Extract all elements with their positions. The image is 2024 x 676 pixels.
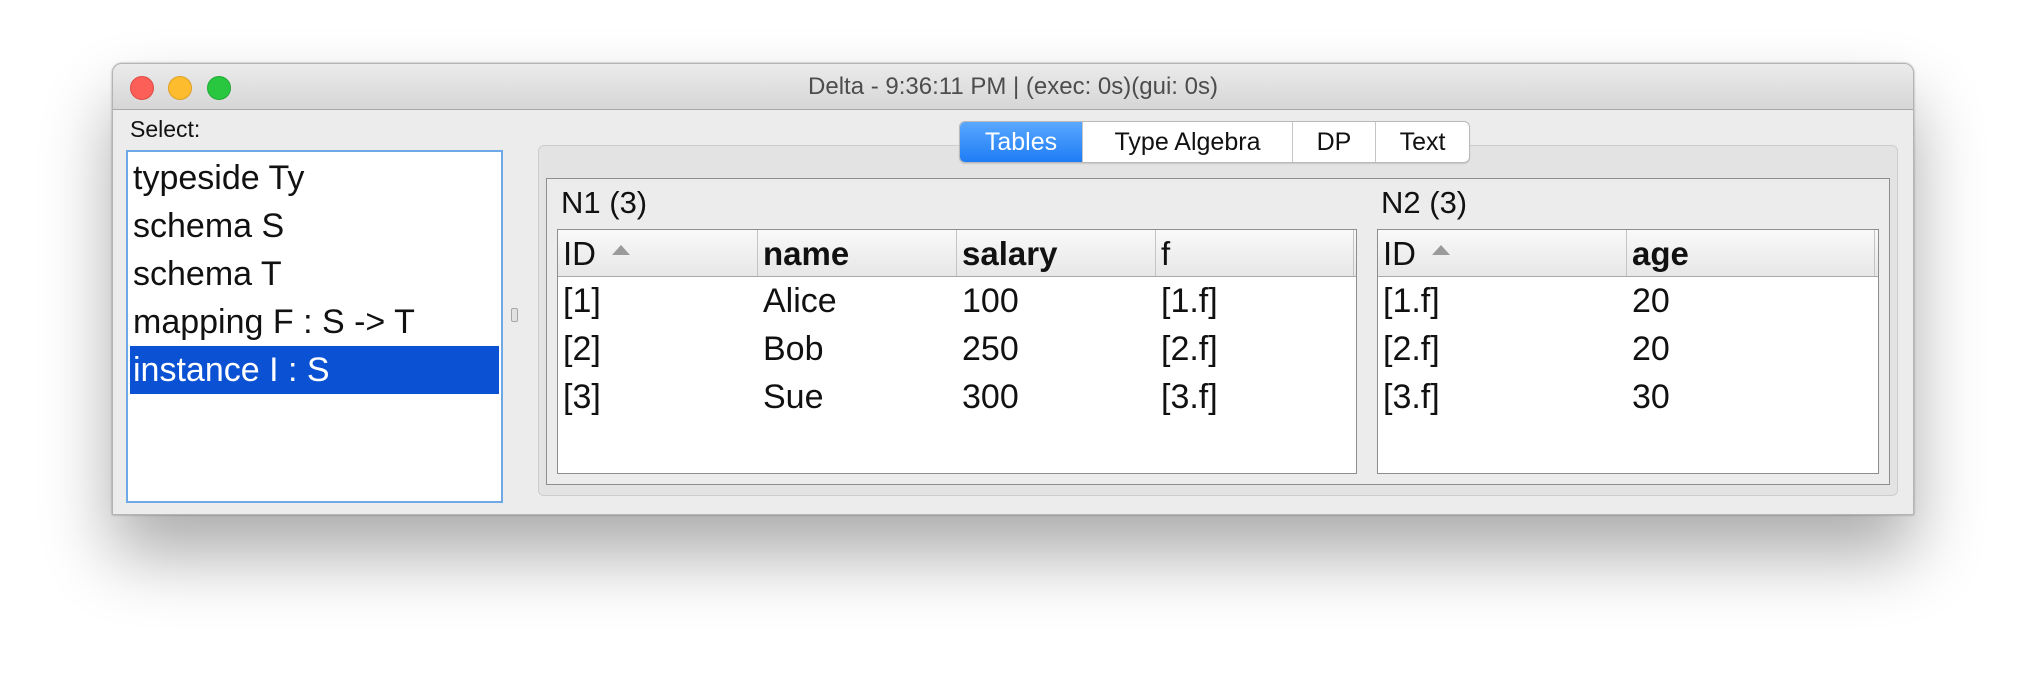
- tab-text[interactable]: Text: [1376, 122, 1469, 162]
- table-row[interactable]: [1.f] 20: [1378, 277, 1878, 325]
- cell-f: [3.f]: [1161, 378, 1218, 416]
- table-n2-title: N2 (3): [1381, 185, 1468, 220]
- cell-name: Sue: [763, 378, 824, 416]
- object-list[interactable]: typeside Ty schema S schema T mapping F …: [126, 150, 503, 503]
- cell-id: [3]: [563, 378, 601, 416]
- cell-f: [2.f]: [1161, 330, 1218, 368]
- table-n2-header: ID age: [1378, 230, 1878, 277]
- sort-ascending-icon: [1432, 245, 1450, 256]
- tab-bar: Tables Type Algebra DP Text: [959, 121, 1470, 163]
- cell-salary: 300: [962, 378, 1019, 416]
- table-row[interactable]: [1] Alice 100 [1.f]: [558, 277, 1356, 325]
- cell-f: [1.f]: [1161, 282, 1218, 320]
- list-item-schema-s[interactable]: schema S: [130, 202, 499, 250]
- column-header-id[interactable]: ID: [558, 230, 758, 276]
- tables-content: N1 (3) ID name salary f [1] Alice 100 [1…: [546, 178, 1890, 485]
- column-header-name[interactable]: name: [758, 230, 957, 276]
- table-n1-title: N1 (3): [561, 185, 648, 220]
- table-row[interactable]: [2.f] 20: [1378, 325, 1878, 373]
- tab-dp[interactable]: DP: [1293, 122, 1376, 162]
- list-item-instance-i[interactable]: instance I : S: [130, 346, 499, 394]
- cell-id: [3.f]: [1383, 378, 1440, 416]
- table-n1[interactable]: ID name salary f [1] Alice 100 [1.f] [2]…: [557, 229, 1357, 474]
- tab-type-algebra[interactable]: Type Algebra: [1083, 122, 1293, 162]
- column-header-f[interactable]: f: [1156, 230, 1354, 276]
- list-item-mapping-f[interactable]: mapping F : S -> T: [130, 298, 499, 346]
- cell-name: Alice: [763, 282, 837, 320]
- cell-id: [2]: [563, 330, 601, 368]
- cell-id: [2.f]: [1383, 330, 1440, 368]
- window-title: Delta - 9:36:11 PM | (exec: 0s)(gui: 0s): [808, 73, 1218, 100]
- table-row[interactable]: [3.f] 30: [1378, 373, 1878, 421]
- column-header-id[interactable]: ID: [1378, 230, 1627, 276]
- sort-ascending-icon: [612, 245, 630, 256]
- cell-age: 20: [1632, 330, 1670, 368]
- list-item-typeside-ty[interactable]: typeside Ty: [130, 154, 499, 202]
- table-row[interactable]: [2] Bob 250 [2.f]: [558, 325, 1356, 373]
- select-label: Select:: [130, 116, 201, 142]
- tab-tables[interactable]: Tables: [960, 122, 1083, 162]
- cell-id: [1.f]: [1383, 282, 1440, 320]
- table-n1-header: ID name salary f: [558, 230, 1356, 277]
- list-item-schema-t[interactable]: schema T: [130, 250, 499, 298]
- cell-age: 20: [1632, 282, 1670, 320]
- cell-name: Bob: [763, 330, 824, 368]
- cell-salary: 100: [962, 282, 1019, 320]
- title-bar[interactable]: Delta - 9:36:11 PM | (exec: 0s)(gui: 0s): [113, 64, 1913, 110]
- table-row[interactable]: [3] Sue 300 [3.f]: [558, 373, 1356, 421]
- app-window: Delta - 9:36:11 PM | (exec: 0s)(gui: 0s)…: [112, 63, 1914, 515]
- table-n2[interactable]: ID age [1.f] 20 [2.f] 20 [3.f] 30: [1377, 229, 1879, 474]
- cell-age: 30: [1632, 378, 1670, 416]
- column-header-salary[interactable]: salary: [957, 230, 1156, 276]
- cell-salary: 250: [962, 330, 1019, 368]
- column-header-age[interactable]: age: [1627, 230, 1875, 276]
- cell-id: [1]: [563, 282, 601, 320]
- split-pane-divider[interactable]: [511, 308, 518, 322]
